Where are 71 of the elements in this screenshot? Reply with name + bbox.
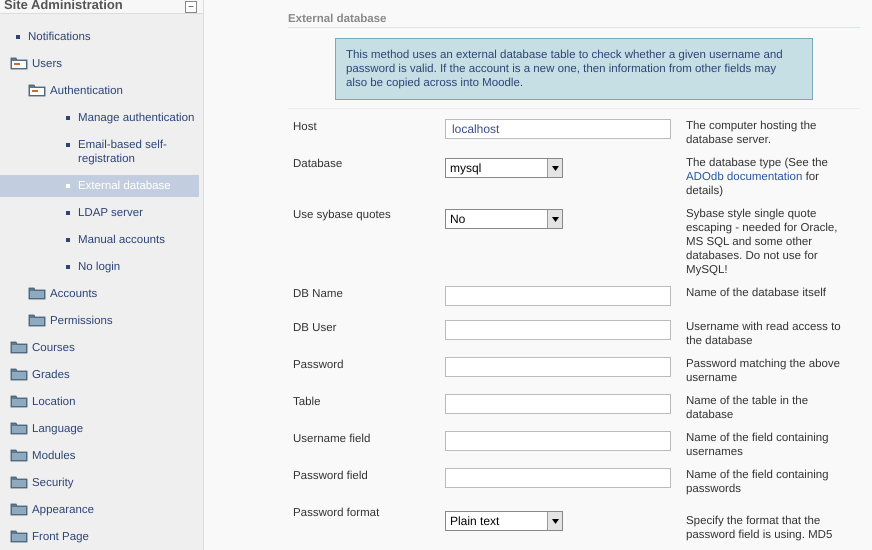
info-box: This method uses an external database table to check whether a given username and password is valid. If the account is a new one, then information from other fields may also be copied across into Moodle. [335,38,813,100]
setting-label: Database [292,157,344,171]
bullet-icon [66,143,70,147]
setting-label: Password field [292,469,369,483]
nav-item[interactable]: Grades [0,364,199,386]
nav-item[interactable]: Accounts [0,283,199,305]
documentation-link[interactable]: ADOdb documentation [686,171,802,183]
nav-item[interactable]: Manual accounts [0,229,199,251]
setting-description: Name of the database itself [686,287,826,299]
setting-label: DB Name [292,287,344,301]
setting-description: Specify the format that the password field is using. MD5 [686,515,832,541]
text-field[interactable] [445,431,671,451]
nav-item[interactable]: No login [0,256,199,278]
setting-description: Sybase style single quote escaping - needed for Oracle, MS SQL and some other databases. Do not use for MySQL! [686,208,838,276]
folder-icon [10,341,28,354]
nav-item[interactable]: Manage authentication [0,107,199,129]
collapse-button[interactable]: − [185,1,197,13]
folder-icon [10,503,28,516]
nav-item[interactable]: Front Page [0,526,199,548]
bullet-icon [66,211,70,215]
folder-icon [10,57,28,70]
setting-label: DB User [292,321,338,335]
nav-item[interactable]: Modules [0,445,199,467]
folder-icon [10,476,28,489]
bullet-icon [66,116,70,120]
text-field[interactable] [445,394,671,414]
nav-item[interactable]: Location [0,391,199,413]
nav-item[interactable]: Notifications [0,26,199,48]
setting-label: Password [292,358,344,372]
nav-item[interactable]: Courses [0,337,199,359]
dropdown-select[interactable]: No [445,209,563,229]
setting-description: The computer hosting the database server. [686,120,816,146]
dropdown-select[interactable]: Plain text [445,511,563,531]
text-field[interactable] [445,357,671,377]
setting-description: The database type (See the ADOdb documentation for details) [686,157,828,197]
text-field[interactable] [445,468,671,488]
folder-icon [10,449,28,462]
setting-label: Host [292,120,318,134]
setting-description: Username with read access to the database [686,321,841,347]
nav-item[interactable]: Email-based self-registration [0,134,199,170]
folder-icon [28,314,46,327]
nav-item[interactable]: Appearance [0,499,199,521]
setting-label: Use sybase quotes [292,208,392,222]
bullet-icon [66,238,70,242]
text-field[interactable]: localhost [445,119,671,139]
nav-item[interactable]: LDAP server [0,202,199,224]
folder-icon [28,84,46,97]
setting-label: Table [292,395,322,409]
setting-description: Name of the field containing usernames [686,432,829,458]
dropdown-select[interactable]: mysql [445,158,563,178]
nav-item[interactable]: Users [0,53,199,75]
text-field[interactable] [445,286,671,306]
nav-item[interactable]: Security [0,472,199,494]
folder-icon [28,287,46,300]
nav-item[interactable]: Language [0,418,199,440]
folder-icon [10,530,28,543]
setting-description: Name of the field containing passwords [686,469,829,495]
nav-item[interactable]: Permissions [0,310,199,332]
folder-icon [10,368,28,381]
bullet-icon [66,184,70,188]
setting-description: Password matching the above username [686,358,840,384]
text-field[interactable] [445,320,671,340]
section-heading: External database [288,12,860,28]
bullet-icon [16,35,20,39]
setting-label: Username field [292,432,372,446]
folder-icon [10,422,28,435]
setting-label: Password format [292,506,380,520]
bullet-icon [66,265,70,269]
folder-icon [10,395,28,408]
nav-item[interactable]: Authentication [0,80,199,102]
setting-description: Name of the table in the database [686,395,808,421]
